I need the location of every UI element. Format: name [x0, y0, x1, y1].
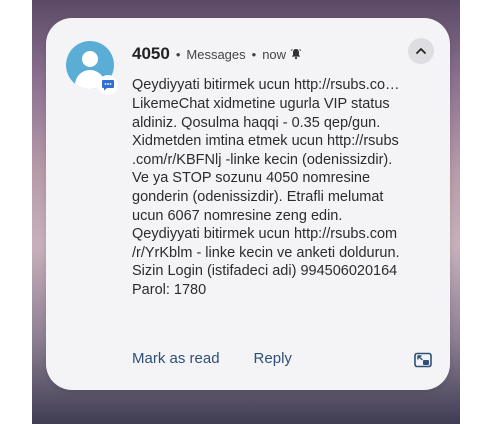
timestamp: now [262, 46, 287, 62]
separator-dot: • [251, 46, 257, 62]
app-name: Messages [186, 46, 246, 62]
bell-icon [290, 48, 302, 60]
separator-dot: • [175, 46, 181, 62]
chevron-up-icon[interactable] [408, 38, 434, 64]
open-in-window-icon[interactable] [412, 350, 434, 370]
reply-button[interactable]: Reply [254, 350, 292, 367]
notification-card[interactable]: 4050 • Messages • now Qeydiyyati bitirme… [46, 18, 450, 390]
sender-name: 4050 [132, 44, 170, 63]
notification-header: 4050 • Messages • now [132, 42, 302, 66]
message-title: Qeydiyyati bitirmek ucun http://rsubs.co… [132, 77, 400, 93]
message-body: LikemeChat xidmetine ugurla VIP status a… [132, 96, 400, 298]
notification-actions: Mark as read Reply [132, 350, 326, 367]
mark-as-read-button[interactable]: Mark as read [132, 350, 220, 367]
messages-app-icon [98, 75, 118, 95]
